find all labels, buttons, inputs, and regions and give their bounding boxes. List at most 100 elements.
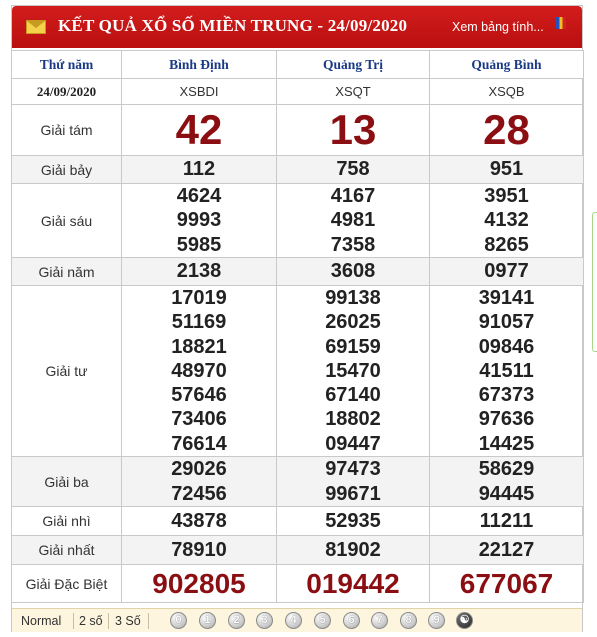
flag-icon: [556, 17, 566, 29]
g7-value: 951: [429, 155, 584, 184]
g6-value: 4132: [484, 209, 529, 232]
special-prize-value: 019442: [276, 564, 430, 603]
prize-label-g7: Giải bảy: [11, 155, 122, 184]
g4-value: 99138: [325, 287, 381, 310]
g5-value: 0977: [429, 257, 584, 286]
g8-value: 13: [276, 104, 430, 156]
g4-value: 18802: [325, 408, 381, 431]
g2-value: 11211: [429, 506, 584, 536]
g2-value: 43878: [121, 506, 277, 536]
g4-value: 73406: [171, 408, 227, 431]
mode-normal[interactable]: Normal: [21, 614, 61, 628]
digit-filter-7[interactable]: 7: [371, 612, 388, 629]
g6-cell: 3951 4132 8265: [429, 183, 584, 258]
digit-filter-9[interactable]: 9: [428, 612, 445, 629]
g4-value: 14425: [478, 432, 535, 455]
digit-filter-4[interactable]: 4: [285, 612, 302, 629]
digit-filter-0[interactable]: 0: [170, 612, 187, 629]
g4-value: 09447: [325, 432, 381, 455]
code-quang-binh: XSQB: [429, 78, 584, 105]
draw-date: 24/09/2020: [11, 78, 122, 105]
prize-label-g2: Giải nhì: [11, 506, 122, 536]
results-panel: KẾT QUẢ XỔ SỐ MIỀN TRUNG - 24/09/2020 Xe…: [11, 5, 584, 632]
g6-value: 9993: [176, 209, 222, 232]
g8-value: 42: [121, 104, 277, 156]
g6-value: 4167: [330, 185, 376, 208]
g1-value: 81902: [276, 535, 430, 565]
code-quang-tri: XSQT: [276, 78, 430, 105]
g4-cell: 17019 51169 18821 48970 57646 73406 7661…: [121, 285, 277, 457]
g4-value: 51169: [171, 311, 227, 334]
g4-value: 15470: [325, 359, 381, 382]
g3-cell: 29026 72456: [121, 456, 277, 507]
g1-value: 78910: [121, 535, 277, 565]
g4-value: 97636: [478, 408, 535, 431]
mode-3-digits[interactable]: 3 Số: [115, 614, 141, 628]
g4-value: 67140: [325, 384, 381, 407]
province-quang-binh[interactable]: Quảng Bình: [429, 50, 584, 79]
day-header: Thứ năm: [11, 50, 122, 79]
g4-cell: 99138 26025 69159 15470 67140 18802 0944…: [276, 285, 430, 457]
g1-value: 22127: [429, 535, 584, 565]
divider: [148, 613, 149, 629]
g3-value: 29026: [171, 458, 227, 481]
g4-value: 17019: [171, 287, 227, 310]
mode-2-digits[interactable]: 2 số: [79, 614, 103, 628]
g4-value: 91057: [478, 311, 535, 334]
g3-value: 94445: [478, 482, 535, 505]
mail-icon: [26, 20, 46, 34]
g4-value: 48970: [171, 359, 227, 382]
yin-yang-icon[interactable]: ☯: [456, 612, 473, 629]
prize-label-g3: Giải ba: [11, 456, 122, 507]
digit-filter-6[interactable]: 6: [343, 612, 360, 629]
g5-value: 2138: [121, 257, 277, 286]
g3-cell: 97473 99671: [276, 456, 430, 507]
results-table: Thứ năm Bình Định Quảng Trị Quảng Bình 2…: [11, 50, 584, 603]
code-binh-dinh: XSBDI: [121, 78, 277, 105]
prize-label-g5: Giải năm: [11, 257, 122, 286]
special-prize-value: 902805: [121, 564, 277, 603]
g4-value: 67373: [478, 384, 535, 407]
prize-label-g8: Giải tám: [11, 104, 122, 156]
display-options-bar: Normal 2 số 3 Số 0 1 2 3 4 5 6 7 8 9 ☯: [12, 608, 582, 632]
g2-value: 52935: [276, 506, 430, 536]
g4-value: 18821: [171, 335, 227, 358]
g6-value: 3951: [484, 185, 529, 208]
g4-value: 09846: [478, 335, 535, 358]
digit-filter-1[interactable]: 1: [199, 612, 216, 629]
g6-value: 8265: [484, 233, 529, 256]
prize-label-g4: Giải tư: [11, 285, 122, 457]
digit-filter-3[interactable]: 3: [256, 612, 273, 629]
province-binh-dinh[interactable]: Bình Định: [121, 50, 277, 79]
g6-cell: 4624 9993 5985: [121, 183, 277, 258]
g3-value: 72456: [171, 482, 227, 505]
prize-label-g1: Giải nhất: [11, 535, 122, 565]
prize-label-special: Giải Đặc Biệt: [11, 564, 122, 603]
page-title: KẾT QUẢ XỔ SỐ MIỀN TRUNG - 24/09/2020: [58, 16, 408, 35]
digit-filter-8[interactable]: 8: [400, 612, 417, 629]
results-header: KẾT QUẢ XỔ SỐ MIỀN TRUNG - 24/09/2020 Xe…: [12, 6, 582, 48]
side-tab[interactable]: [592, 212, 597, 352]
g4-cell: 39141 91057 09846 41511 67373 97636 1442…: [429, 285, 584, 457]
g3-cell: 58629 94445: [429, 456, 584, 507]
g3-value: 99671: [325, 482, 381, 505]
g6-value: 4981: [330, 209, 376, 232]
g5-value: 3608: [276, 257, 430, 286]
g6-value: 4624: [176, 185, 222, 208]
g6-cell: 4167 4981 7358: [276, 183, 430, 258]
g7-value: 758: [276, 155, 430, 184]
g3-value: 97473: [325, 458, 381, 481]
g4-value: 39141: [478, 287, 535, 310]
g6-value: 5985: [176, 233, 222, 256]
g7-value: 112: [121, 155, 277, 184]
special-prize-value: 677067: [429, 564, 584, 603]
divider: [73, 613, 74, 629]
g8-value: 28: [429, 104, 584, 156]
g3-value: 58629: [478, 458, 535, 481]
province-quang-tri[interactable]: Quảng Trị: [276, 50, 430, 79]
divider: [108, 613, 109, 629]
g4-value: 57646: [171, 384, 227, 407]
digit-filter-2[interactable]: 2: [228, 612, 245, 629]
digit-filter-5[interactable]: 5: [314, 612, 331, 629]
view-table-link[interactable]: Xem bảng tính...: [452, 20, 544, 34]
